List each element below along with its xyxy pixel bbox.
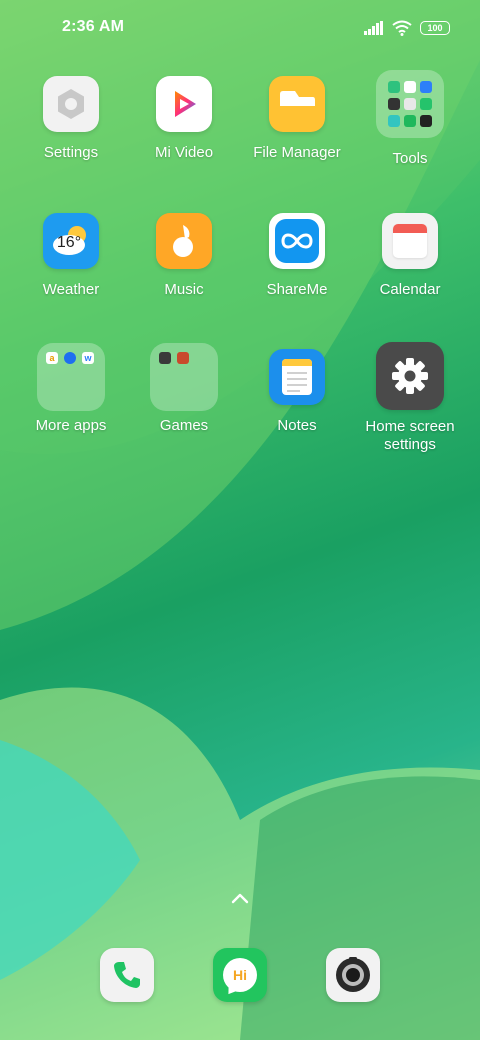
- folder-more-apps[interactable]: a w More apps: [11, 343, 131, 473]
- file-manager-icon: [269, 76, 325, 132]
- settings-icon: [43, 76, 99, 132]
- calendar-icon: [382, 213, 438, 269]
- folder-label: Tools: [392, 150, 428, 167]
- app-label: Music: [164, 281, 204, 298]
- app-home-screen-settings[interactable]: Home screen settings: [350, 342, 470, 472]
- folder-games[interactable]: Games: [124, 343, 244, 473]
- camera-icon: [336, 957, 370, 992]
- weather-temperature: 16°: [56, 234, 82, 251]
- games-folder: [150, 343, 218, 411]
- messaging-text: Hi: [233, 967, 247, 983]
- app-shareme[interactable]: ShareMe: [237, 213, 357, 343]
- signal-icon: [364, 21, 383, 35]
- tools-folder: [376, 70, 444, 138]
- app-label: Notes: [277, 417, 317, 434]
- app-file-manager[interactable]: File Manager: [237, 76, 357, 206]
- app-notes[interactable]: Notes: [237, 349, 357, 479]
- weather-icon: 16°: [43, 213, 99, 269]
- battery-icon: 100: [420, 21, 450, 35]
- app-label: Home screen settings: [365, 418, 455, 453]
- status-icons: 100: [364, 18, 450, 38]
- app-settings[interactable]: Settings: [11, 76, 131, 206]
- app-label: Calendar: [379, 281, 441, 298]
- app-music[interactable]: Music: [124, 213, 244, 343]
- app-label: ShareMe: [266, 281, 328, 298]
- more-apps-folder: a w: [37, 343, 105, 411]
- app-label: Weather: [42, 281, 100, 298]
- app-calendar[interactable]: Calendar: [350, 213, 470, 343]
- app-mi-video[interactable]: Mi Video: [124, 76, 244, 206]
- mi-video-icon: [156, 76, 212, 132]
- folder-label: More apps: [35, 417, 107, 434]
- app-label: Mi Video: [154, 144, 214, 161]
- app-weather[interactable]: 16° Weather: [11, 213, 131, 343]
- dock-camera[interactable]: [326, 948, 380, 1002]
- home-screen: 2:36 AM 100 Settings Mi Video File Manag…: [0, 0, 480, 1040]
- home-screen-settings-icon: [376, 342, 444, 410]
- messaging-icon: Hi: [223, 958, 257, 998]
- dock-messaging[interactable]: Hi: [213, 948, 267, 1002]
- dock-phone[interactable]: [100, 948, 154, 1002]
- app-label: File Manager: [253, 144, 341, 161]
- music-icon: [156, 213, 212, 269]
- notes-icon: [269, 349, 325, 405]
- phone-icon: [114, 962, 140, 988]
- folder-tools[interactable]: Tools: [350, 70, 470, 200]
- app-label: Settings: [43, 144, 99, 161]
- status-time: 2:36 AM: [62, 18, 125, 35]
- shareme-icon: [269, 213, 325, 269]
- status-bar: 2:36 AM 100: [0, 0, 480, 56]
- folder-label: Games: [159, 417, 209, 434]
- chevron-up-icon[interactable]: [228, 890, 252, 906]
- wifi-icon: [392, 20, 412, 36]
